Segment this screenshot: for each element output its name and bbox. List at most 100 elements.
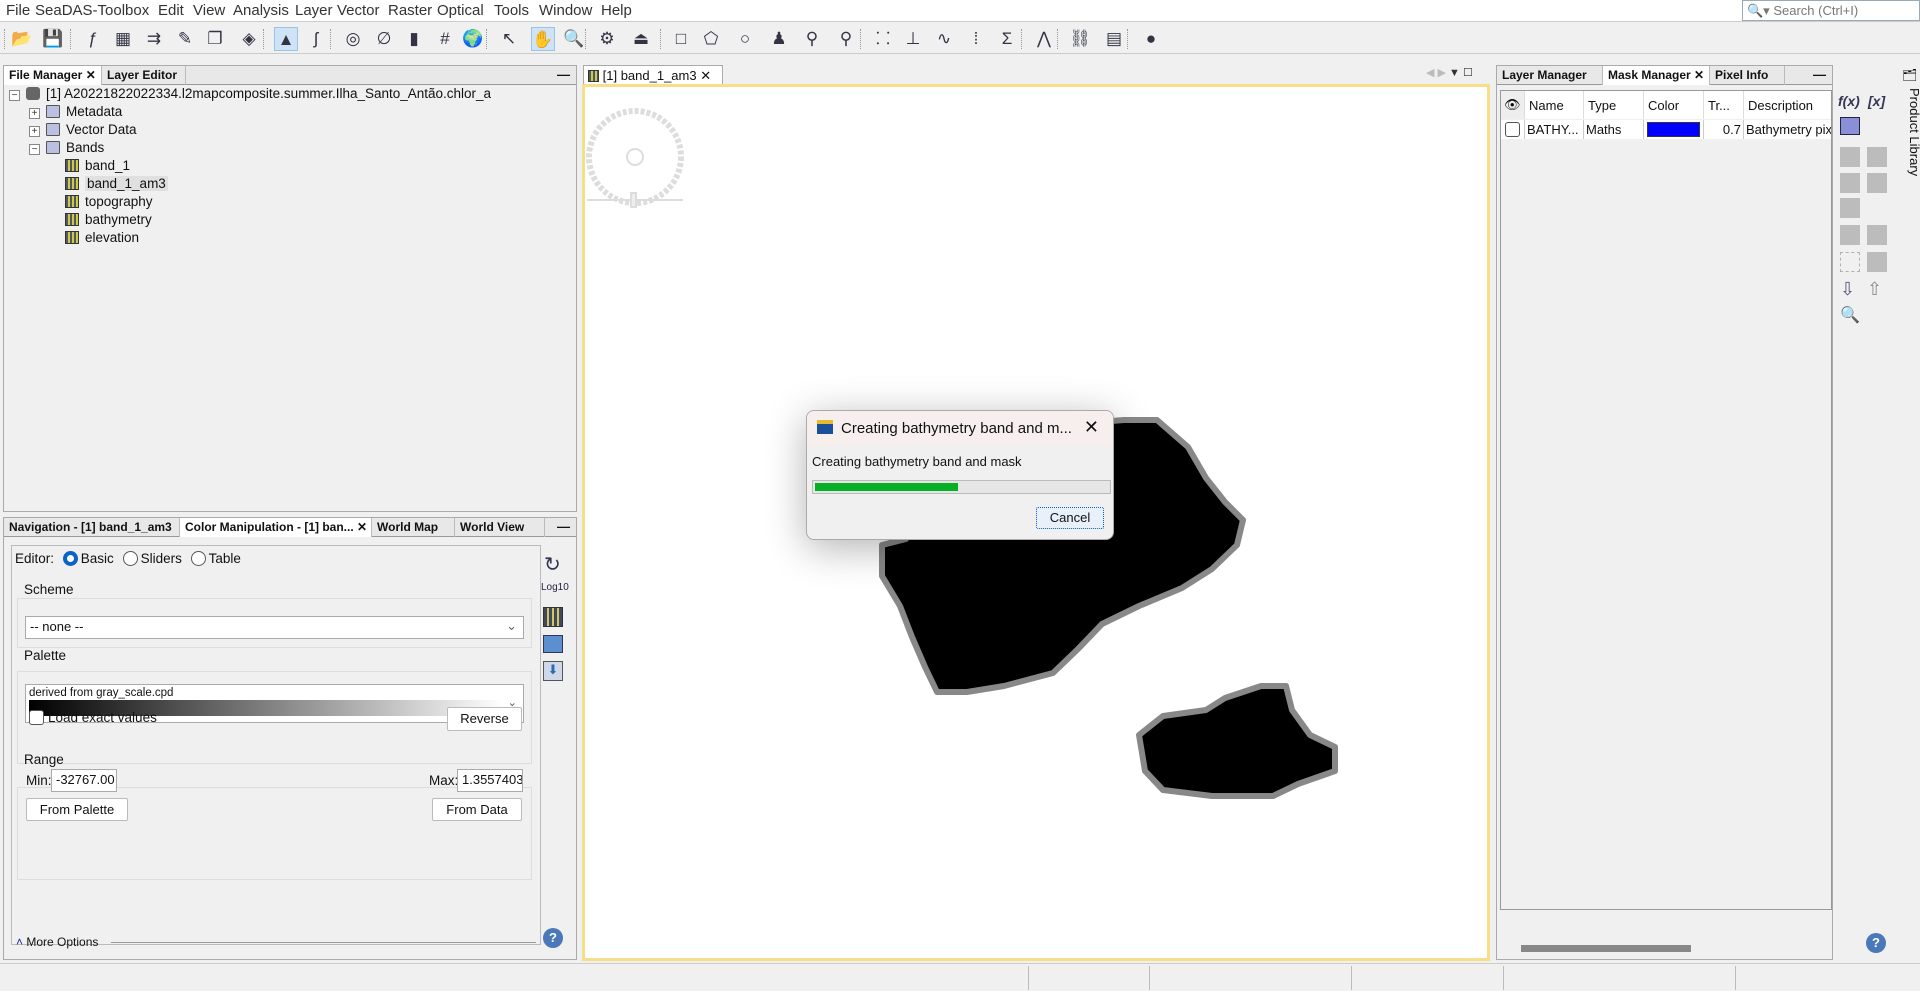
mask-transparency-cell[interactable]: 0.7 (1704, 120, 1744, 139)
select-tool-icon[interactable]: ↖ (497, 27, 521, 51)
save-product-icon[interactable]: 💾 (41, 27, 65, 51)
horizontal-scrollbar[interactable] (1521, 945, 1691, 952)
product-library-icon[interactable]: 🗂 (1902, 68, 1917, 82)
gcp-tool-icon[interactable]: ⚲ (834, 27, 858, 51)
complement-icon[interactable] (1867, 173, 1887, 193)
tab-nav-arrows[interactable]: ◀ ▶ ▼ ☐ (1426, 66, 1473, 79)
tree-folder[interactable]: Bands (46, 140, 104, 158)
tree-band-bathymetry[interactable]: bathymetry (65, 212, 152, 230)
export-palette-icon[interactable]: ⬇ (543, 661, 563, 681)
rectangle-tool-icon[interactable]: □ (669, 27, 693, 51)
tab-layer-editor[interactable]: Layer Editor (102, 66, 186, 85)
rgb-image-icon[interactable]: ● (1139, 27, 1163, 51)
histogram-icon[interactable]: ⊥ (901, 27, 925, 51)
search-input[interactable]: 🔍▾ Search (Ctrl+I) (1742, 0, 1920, 21)
mask-type-cell[interactable]: Maths (1584, 120, 1644, 139)
spectrum-icon[interactable]: ⋀ (1032, 27, 1056, 51)
help-icon[interactable]: ? (543, 928, 563, 948)
navigation-control[interactable] (586, 108, 684, 208)
mask-visible-checkbox[interactable] (1505, 122, 1520, 137)
delete-icon[interactable] (1840, 252, 1860, 272)
fx-button[interactable]: f(x) (1838, 93, 1860, 109)
tab-color-manipulation[interactable]: Color Manipulation - [1] ban... ✕ (180, 518, 372, 537)
zoom-tool-icon[interactable]: 🔍 (562, 27, 586, 51)
tab-image-view[interactable]: [1] band_1_am3 ✕ (583, 65, 723, 85)
menu-tools[interactable]: Tools (494, 2, 529, 19)
new-mask-icon[interactable] (1840, 117, 1860, 135)
band-maths-icon[interactable]: ƒ (81, 27, 105, 51)
no-data-icon[interactable]: ∅ (372, 27, 396, 51)
close-icon[interactable]: ✕ (1694, 68, 1704, 82)
load-exact-checkbox[interactable] (29, 710, 44, 725)
x-button[interactable]: [x] (1868, 93, 1885, 109)
tab-world-map[interactable]: World Map (372, 518, 455, 537)
import-palette-icon[interactable] (543, 607, 563, 627)
open-folder-icon[interactable] (543, 635, 563, 653)
minimize-icon[interactable]: — (1813, 67, 1826, 82)
zoom-slider-handle[interactable] (630, 192, 637, 208)
more-options-toggle[interactable]: ˄ More Options (16, 935, 536, 949)
close-icon[interactable]: ✕ (86, 68, 96, 82)
menu-vector[interactable]: Vector (337, 2, 380, 19)
statistics-icon[interactable]: Σ (995, 27, 1019, 51)
tree-band-band-1[interactable]: band_1 (65, 158, 130, 176)
reset-icon[interactable]: ↻ (544, 552, 561, 577)
menu-optical[interactable]: Optical (437, 2, 484, 19)
export-icon[interactable]: ⇧ (1867, 279, 1882, 300)
graph-builder-icon[interactable]: ⛓ (1068, 27, 1092, 51)
tab-mask-manager[interactable]: Mask Manager ✕ (1603, 66, 1710, 85)
menu-analysis[interactable]: Analysis (233, 2, 289, 19)
transfer-icon[interactable]: ⇉ (142, 27, 166, 51)
reverse-button[interactable]: Reverse (447, 707, 522, 731)
min-input[interactable]: -32767.00 (51, 769, 117, 792)
tree-band-topography[interactable]: topography (65, 194, 153, 212)
help-icon[interactable]: ? (1866, 933, 1886, 953)
pin-tool-icon[interactable]: ♟ (767, 27, 791, 51)
grid-icon[interactable]: ▦ (111, 27, 135, 51)
minimize-icon[interactable]: — (557, 67, 570, 82)
world-icon[interactable]: 🌍 (461, 27, 485, 51)
edit-mask-icon[interactable] (1867, 225, 1887, 245)
radio-sliders[interactable] (122, 551, 138, 566)
collapse-icon[interactable]: − (9, 90, 20, 101)
profile-plot-icon[interactable]: ∿ (932, 27, 956, 51)
union-icon[interactable] (1840, 147, 1860, 167)
dropdown-icon[interactable]: ▼ (1449, 67, 1460, 79)
product-library-tab[interactable]: Product Library (1907, 88, 1920, 176)
tab-world-view[interactable]: World View (455, 518, 545, 537)
scatter-plot-icon[interactable]: ⸬ (871, 27, 895, 51)
pin-manager-icon[interactable]: ⚙ (595, 27, 619, 51)
rotation-ring[interactable] (586, 108, 684, 206)
tree-folder[interactable]: Vector Data (46, 122, 137, 140)
correlative-plot-icon[interactable]: ⁞ (964, 27, 988, 51)
close-icon[interactable]: ✕ (357, 520, 367, 534)
collapse-icon[interactable]: − (29, 144, 40, 155)
tab-pixel-info[interactable]: Pixel Info (1710, 66, 1785, 85)
mask-color-cell[interactable] (1644, 120, 1704, 139)
mosaic-icon[interactable]: ❐ (203, 27, 227, 51)
open-product-icon[interactable]: 📂 (10, 27, 34, 51)
log10-toggle[interactable]: Log10 (541, 582, 569, 593)
batch-processing-icon[interactable]: ▤ (1102, 27, 1126, 51)
minimize-icon[interactable]: — (557, 519, 570, 534)
intersection-icon[interactable] (1867, 147, 1887, 167)
fingerprint-icon[interactable]: ◎ (341, 27, 365, 51)
mask-name-cell[interactable]: BATHY... (1525, 120, 1584, 139)
radio-table[interactable] (190, 551, 206, 566)
table-row[interactable]: BATHY... Maths 0.7 Bathymetry pixels (1501, 91, 1831, 140)
cancel-button[interactable]: Cancel (1036, 507, 1104, 529)
menu-raster[interactable]: Raster (388, 2, 432, 19)
mask-description-cell[interactable]: Bathymetry pixels (1744, 120, 1831, 139)
image-view-icon[interactable]: ▲ (274, 27, 298, 51)
close-icon[interactable]: ✕ (700, 68, 711, 83)
radio-basic[interactable] (62, 551, 78, 566)
pan-tool-icon[interactable]: ✋ (531, 27, 555, 51)
polygon-tool-icon[interactable]: ⬠ (699, 27, 723, 51)
tab-layer-manager[interactable]: Layer Manager (1497, 66, 1603, 85)
zoom-to-mask-icon[interactable]: 🔍 (1840, 305, 1860, 325)
import-icon[interactable]: ⇩ (1840, 279, 1855, 300)
tree-folder[interactable]: Metadata (46, 104, 122, 122)
from-data-button[interactable]: From Data (432, 798, 522, 821)
vector-icon[interactable]: ʃ (304, 27, 328, 51)
edit-icon[interactable]: ✎ (173, 27, 197, 51)
